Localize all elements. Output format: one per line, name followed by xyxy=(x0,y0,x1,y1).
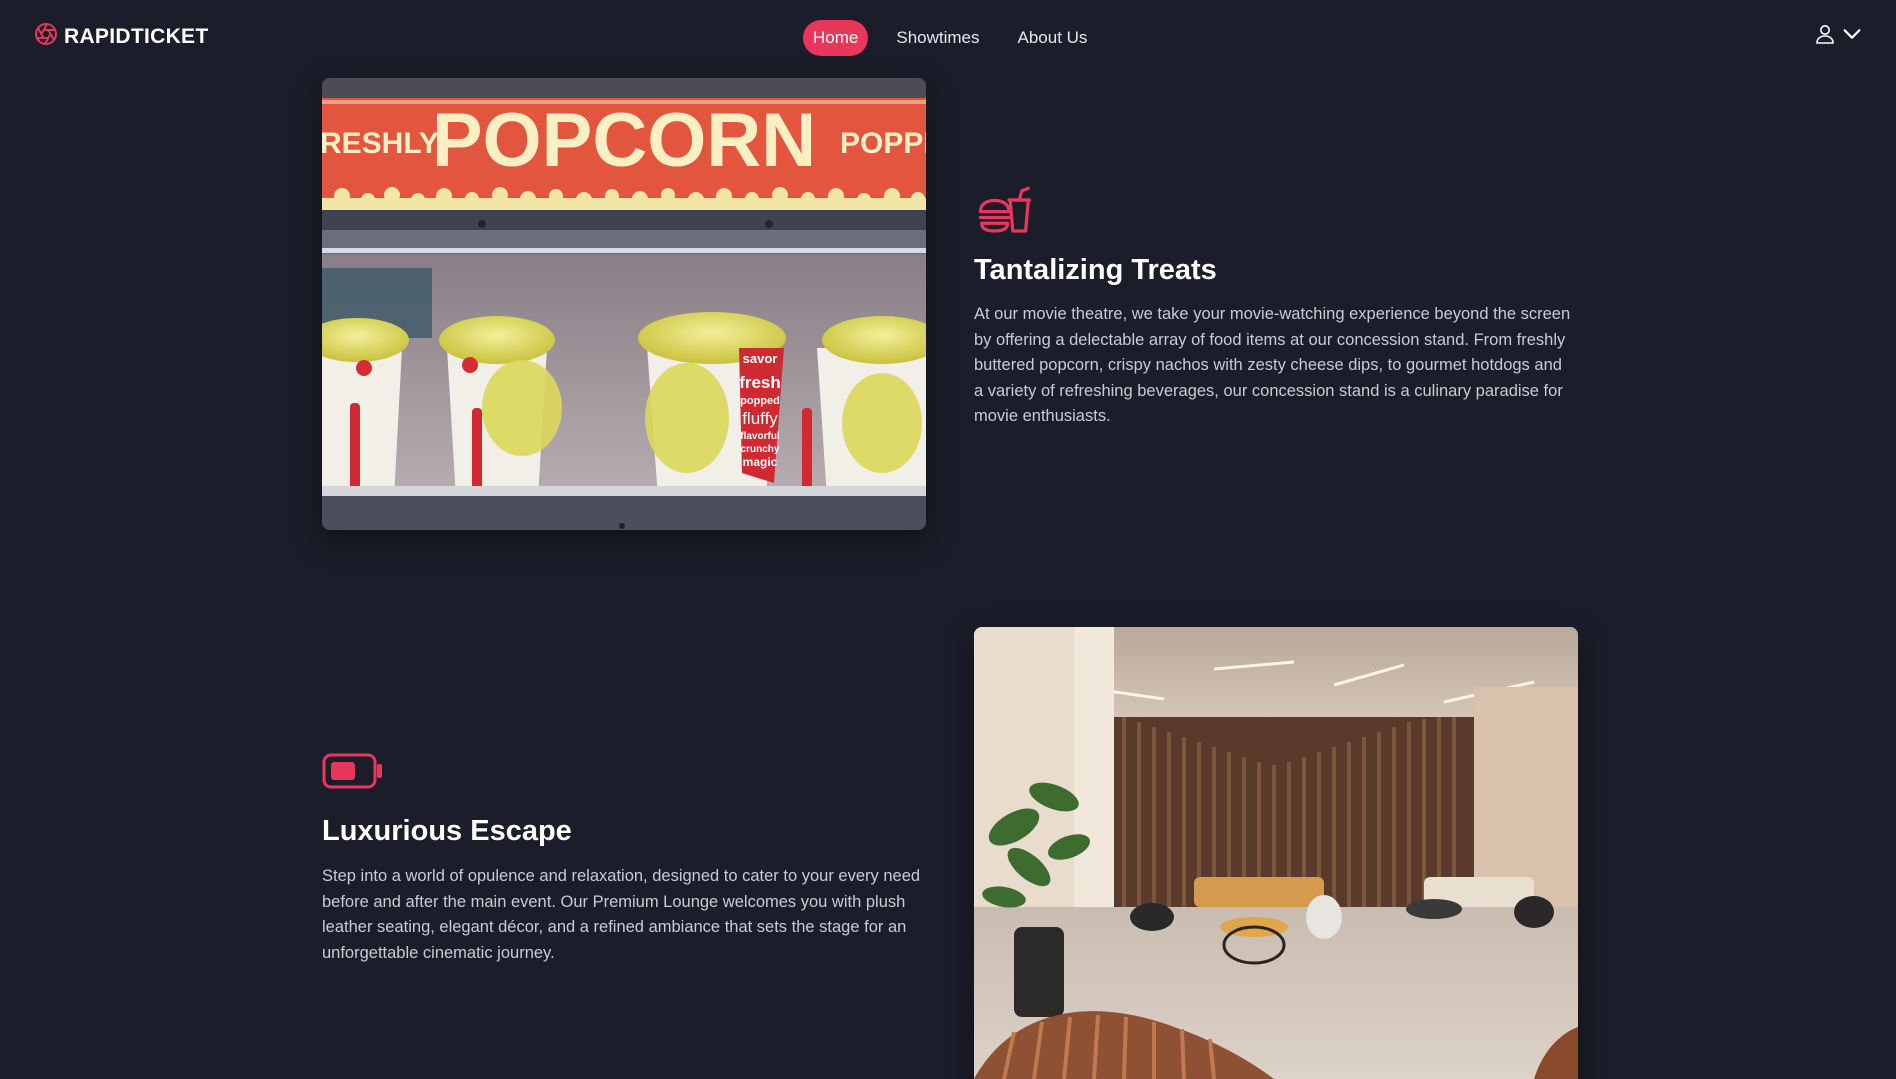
luxury-title: Luxurious Escape xyxy=(322,815,572,847)
luxury-description: Step into a world of opulence and relaxa… xyxy=(322,867,921,962)
cup-text-fluffy: fluffy xyxy=(742,409,778,428)
nav-home[interactable]: Home xyxy=(803,20,869,56)
popcorn-photo: RESHLY POPCORN POPPED savor xyxy=(322,78,926,530)
sign-text-main: POPCORN xyxy=(432,98,816,183)
cup-text-fresh: fresh xyxy=(739,373,781,392)
main-nav: Home Showtimes About Us xyxy=(803,20,1097,56)
chevron-down-icon xyxy=(1841,23,1863,50)
brand-name: RAPIDTICKET xyxy=(64,24,209,48)
nav-showtimes[interactable]: Showtimes xyxy=(886,20,989,56)
battery-icon xyxy=(322,752,384,795)
sign-text-right: POPPED xyxy=(840,127,926,160)
cup-text-crunchy: crunchy xyxy=(741,444,780,455)
top-navbar: RAPIDTICKET Home Showtimes About Us xyxy=(0,0,1896,74)
treats-description: At our movie theatre, we take your movie… xyxy=(974,305,1571,425)
lounge-photo xyxy=(974,627,1578,1079)
cup-text-magic: magic xyxy=(743,455,778,469)
cup-text-popped: popped xyxy=(740,395,780,407)
sign-text-left: RESHLY xyxy=(322,127,439,160)
cup-text-savor: savor xyxy=(743,351,778,366)
fastfood-icon xyxy=(974,178,1036,245)
brand[interactable]: RAPIDTICKET xyxy=(34,22,208,51)
cup-text-flavorful: flavorful xyxy=(740,431,780,442)
treats-title: Tantalizing Treats xyxy=(974,254,1217,286)
nav-about-us[interactable]: About Us xyxy=(1008,20,1098,56)
aperture-logo-icon xyxy=(34,22,58,51)
user-menu[interactable] xyxy=(1813,22,1863,51)
user-icon xyxy=(1813,22,1837,51)
